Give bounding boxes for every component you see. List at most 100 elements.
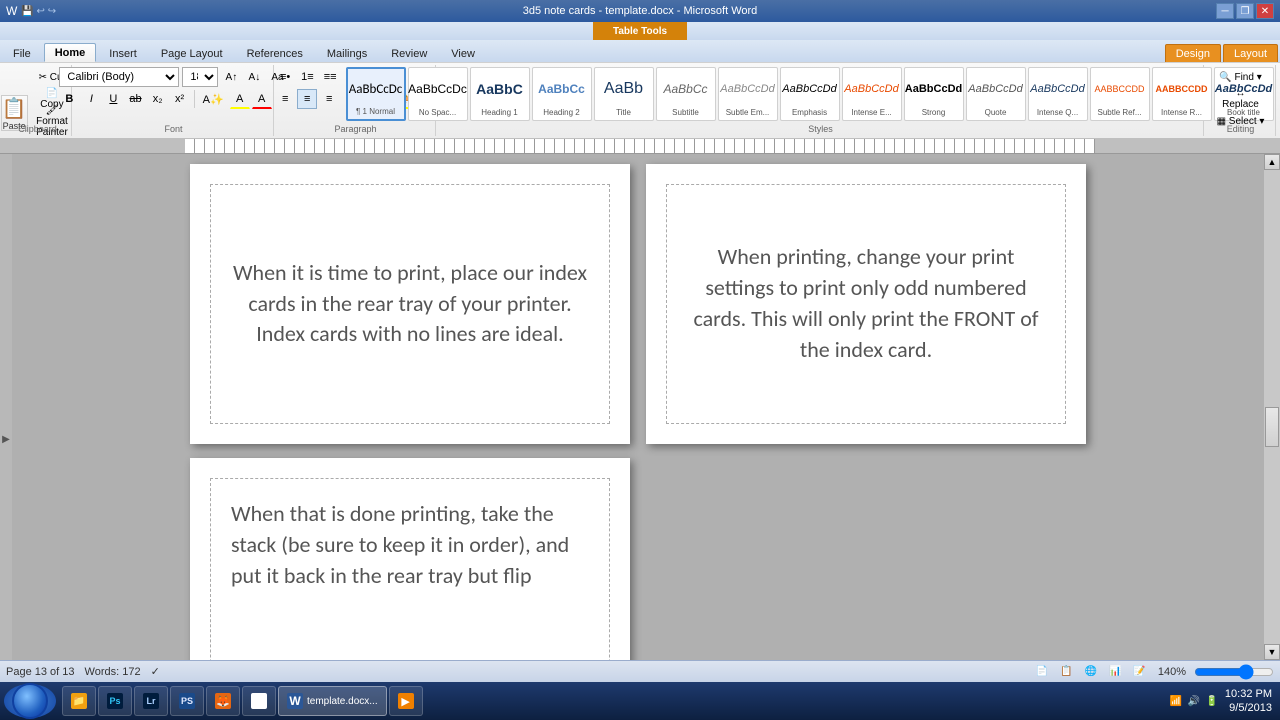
style-normal[interactable]: AaBbCcDc ¶ 1 Normal	[346, 67, 406, 121]
taskbar-vlc[interactable]: ▶	[389, 686, 423, 716]
style-intense-r[interactable]: AaBbCcDd Intense R...	[1152, 67, 1212, 121]
taskbar-firefox[interactable]: 🦊	[206, 686, 240, 716]
styles-expand-button[interactable]: ▾	[1276, 100, 1280, 116]
style-no-spacing-label: No Spac...	[419, 109, 456, 118]
taskbar-explorer[interactable]: 📁	[62, 686, 96, 716]
style-no-spacing[interactable]: AaBbCcDc No Spac...	[408, 67, 468, 121]
title-bar-controls: ─ ❐ ✕	[1216, 3, 1274, 19]
find-button[interactable]: 🔍 Find ▾	[1212, 67, 1269, 87]
style-intense-q[interactable]: AaBbCcDd Intense Q...	[1028, 67, 1088, 121]
font-family-select[interactable]: Calibri (Body)	[59, 67, 179, 87]
tab-review[interactable]: Review	[380, 44, 438, 62]
style-intense-r-label: Intense R...	[1161, 109, 1202, 118]
align-left-button[interactable]: ≡	[275, 89, 295, 109]
styles-up-button[interactable]: ▲	[1276, 67, 1280, 76]
style-subtle-em[interactable]: AaBbCcDd Subtle Em...	[718, 67, 778, 121]
taskbar-pse[interactable]: PS	[170, 686, 204, 716]
bullets-button[interactable]: ≡•	[275, 67, 295, 87]
print-layout-view-button[interactable]: 📄	[1032, 664, 1052, 680]
tab-page-layout[interactable]: Page Layout	[150, 44, 234, 62]
start-button[interactable]	[4, 684, 56, 718]
align-right-button[interactable]: ≡	[319, 89, 339, 109]
style-strong-label: Strong	[922, 109, 946, 118]
style-quote-preview: AaBbCcDd	[969, 70, 1023, 109]
style-quote[interactable]: AaBbCcDd Quote	[966, 67, 1026, 121]
vlc-icon: ▶	[398, 693, 414, 709]
styles-down-button[interactable]: ▼	[1276, 80, 1280, 96]
lightroom-icon: Lr	[143, 693, 159, 709]
bold-button[interactable]: B	[59, 89, 79, 109]
multilevel-button[interactable]: ≡≡	[320, 67, 341, 87]
align-center-button[interactable]: ≡	[297, 89, 317, 109]
style-subtitle[interactable]: AaBbCc Subtitle	[656, 67, 716, 121]
style-heading1-preview: AaBbC	[473, 70, 527, 109]
tab-home[interactable]: Home	[44, 43, 97, 62]
highlight-button[interactable]: A	[230, 89, 250, 109]
card-2-text: When printing, change your print setting…	[687, 242, 1045, 365]
card-3-text: When that is done printing, take the sta…	[231, 499, 589, 591]
status-bar: Page 13 of 13 Words: 172 ✓ 📄 📋 🌐 📊 📝 140…	[0, 660, 1280, 682]
numbering-button[interactable]: 1≡	[297, 67, 318, 87]
time-display: 10:32 PM	[1225, 687, 1272, 701]
system-tray: 📶 🔊 🔋 10:32 PM 9/5/2013	[1169, 687, 1276, 716]
scrollbar-thumb[interactable]	[1265, 407, 1279, 447]
style-heading2-label: Heading 2	[543, 109, 579, 118]
ribbon-group-editing: 🔍 Find ▾ ↔ Replace ▦ Select ▾ Editing	[1206, 65, 1276, 136]
shrink-font-button[interactable]: A↓	[244, 67, 264, 87]
tab-mailings[interactable]: Mailings	[316, 44, 378, 62]
tab-insert[interactable]: Insert	[98, 44, 148, 62]
superscript-button[interactable]: x²	[170, 89, 190, 109]
font-color-button[interactable]: A	[252, 89, 272, 109]
spell-check-icon[interactable]: ✓	[151, 665, 160, 678]
subscript-button[interactable]: x₂	[148, 89, 168, 109]
restore-button[interactable]: ❐	[1236, 3, 1254, 19]
tab-view[interactable]: View	[440, 44, 486, 62]
tab-file[interactable]: File	[2, 44, 42, 62]
strikethrough-button[interactable]: ab	[125, 89, 145, 109]
style-strong[interactable]: AaBbCcDd Strong	[904, 67, 964, 121]
scroll-up-button[interactable]: ▲	[1264, 154, 1280, 170]
style-subtle-ref[interactable]: AaBbCcDd Subtle Ref...	[1090, 67, 1150, 121]
style-heading2[interactable]: AaBbCc Heading 2	[532, 67, 592, 121]
tab-design[interactable]: Design	[1165, 44, 1221, 62]
chrome-icon: ⊙	[251, 693, 267, 709]
explorer-icon: 📁	[71, 693, 87, 709]
outline-view-button[interactable]: 📊	[1105, 664, 1125, 680]
scrollbar-track[interactable]	[1264, 170, 1280, 644]
ruler-marks	[185, 139, 1095, 153]
page-card-2: When printing, change your print setting…	[646, 164, 1086, 444]
window-title: 3d5 note cards - template.docx - Microso…	[523, 5, 758, 17]
zoom-slider[interactable]	[1194, 666, 1274, 678]
web-layout-view-button[interactable]: 🌐	[1081, 664, 1101, 680]
full-screen-view-button[interactable]: 📋	[1056, 664, 1076, 680]
font-size-select[interactable]: 18	[182, 67, 218, 87]
tab-layout[interactable]: Layout	[1223, 44, 1278, 62]
taskbar-word[interactable]: W template.docx...	[278, 686, 387, 716]
sidebar-toggle[interactable]: ▶	[1, 434, 11, 444]
index-card-3[interactable]: When that is done printing, take the sta…	[210, 478, 610, 660]
index-card-2[interactable]: When printing, change your print setting…	[666, 184, 1066, 424]
replace-button[interactable]: ↔ Replace	[1212, 89, 1269, 109]
grow-font-button[interactable]: A↑	[221, 67, 241, 87]
ribbon-content: 📋 Paste ✂ Cut 📄 Copy 🖌 Format Painter Cl…	[0, 62, 1280, 138]
minimize-button[interactable]: ─	[1216, 3, 1234, 19]
style-no-spacing-preview: AaBbCcDc	[411, 70, 465, 109]
text-effects-button[interactable]: A✨	[199, 89, 228, 109]
index-card-1[interactable]: When it is time to print, place our inde…	[210, 184, 610, 424]
style-subtle-em-preview: AaBbCcDd	[721, 70, 775, 109]
tab-references[interactable]: References	[236, 44, 314, 62]
scroll-down-button[interactable]: ▼	[1264, 644, 1280, 660]
taskbar-photoshop[interactable]: Ps	[98, 686, 132, 716]
style-heading1[interactable]: AaBbC Heading 1	[470, 67, 530, 121]
zoom-level: 140%	[1158, 666, 1186, 678]
taskbar-lightroom[interactable]: Lr	[134, 686, 168, 716]
close-button[interactable]: ✕	[1256, 3, 1274, 19]
style-emphasis[interactable]: AaBbCcDd Emphasis	[780, 67, 840, 121]
taskbar-chrome[interactable]: ⊙	[242, 686, 276, 716]
style-title[interactable]: AaBb Title	[594, 67, 654, 121]
draft-view-button[interactable]: 📝	[1129, 664, 1149, 680]
status-left: Page 13 of 13 Words: 172 ✓	[6, 665, 160, 678]
italic-button[interactable]: I	[81, 89, 101, 109]
style-intense-em[interactable]: AaBbCcDd Intense E...	[842, 67, 902, 121]
underline-button[interactable]: U	[103, 89, 123, 109]
